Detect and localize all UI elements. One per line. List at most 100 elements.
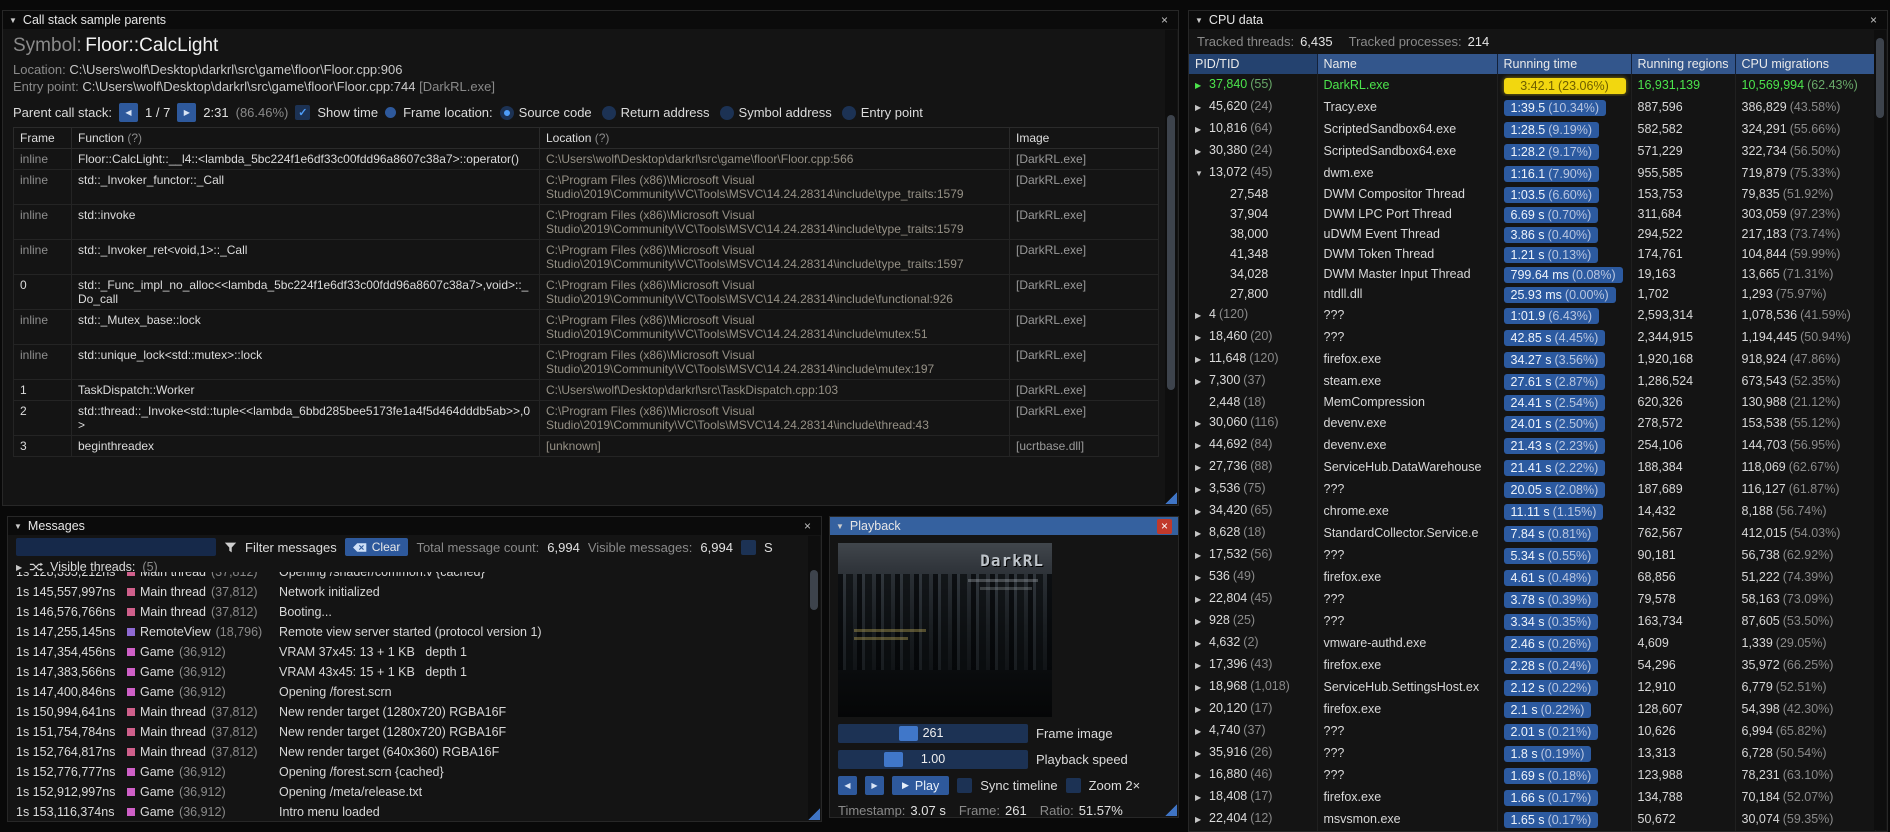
cpu-process-row[interactable]: ▶ 4,632 (2) vmware-authd.exe 2.46 s (0.26%)… bbox=[1189, 632, 1876, 654]
cpu-process-row[interactable]: ▶ 4 (120) ??? 1:01.9 (6.43%) 2,593,314 1,07… bbox=[1189, 304, 1876, 326]
expand-icon[interactable]: ▶ bbox=[1195, 546, 1209, 566]
expand-icon[interactable]: ▶ bbox=[1195, 436, 1209, 456]
cpu-process-row[interactable]: ▶ 37,840 (55) DarkRL.exe 3:42.1 (23.06%) 16… bbox=[1189, 74, 1876, 96]
column-running-time[interactable]: Running time bbox=[1497, 54, 1632, 74]
frame-function[interactable]: TaskDispatch::Worker bbox=[71, 379, 540, 401]
close-icon[interactable]: × bbox=[1866, 13, 1881, 28]
callstack-frame-row[interactable]: 3 beginthreadex [unknown] [ucrtbase.dll] bbox=[13, 435, 1159, 457]
message-row[interactable]: 1s 152,776,777ns Game (36,912) Opening /… bbox=[9, 762, 808, 782]
expand-icon[interactable]: ▶ bbox=[1195, 810, 1209, 830]
column-name[interactable]: Name bbox=[1317, 54, 1498, 74]
frame-function[interactable]: std::_Invoker_ret<void,1>::_Call bbox=[71, 239, 540, 275]
close-icon[interactable]: × bbox=[1157, 13, 1172, 28]
callstack-titlebar[interactable]: ▼ Call stack sample parents × bbox=[3, 11, 1178, 29]
cpu-process-row[interactable]: ▶ 45,620 (24) Tracy.exe 1:39.5 (10.34%) 887… bbox=[1189, 96, 1876, 118]
cpu-process-row[interactable]: 34,028 DWM Master Input Thread 799.64 ms… bbox=[1189, 264, 1876, 284]
prev-frame-button[interactable]: ◀ bbox=[838, 776, 857, 795]
callstack-frame-row[interactable]: inline std::_Mutex_base::lock C:\Program… bbox=[13, 309, 1159, 345]
expand-icon[interactable]: ▶ bbox=[1195, 120, 1209, 140]
frame-function[interactable]: std::thread::_Invoke<std::tuple<<lambda_… bbox=[71, 400, 540, 436]
cpu-process-row[interactable]: ▶ 8,628 (18) StandardCollector.Service.e 7… bbox=[1189, 522, 1876, 544]
cpu-process-row[interactable]: 27,548 DWM Compositor Thread 1:03.5 (6.60… bbox=[1189, 184, 1876, 204]
scrollbar-thumb[interactable] bbox=[1876, 38, 1884, 118]
scrollbar-thumb[interactable] bbox=[810, 570, 818, 610]
messages-titlebar[interactable]: ▼ Messages × bbox=[8, 517, 821, 535]
cpu-titlebar[interactable]: ▼ CPU data × bbox=[1189, 11, 1887, 29]
frame-function[interactable]: std::unique_lock<std::mutex>::lock bbox=[71, 344, 540, 380]
callstack-frame-row[interactable]: inline Floor::CalcLight::__l4::<lambda_5… bbox=[13, 148, 1159, 170]
cpu-process-row[interactable]: ▶ 18,408 (17) firefox.exe 1.66 s (0.17%) 13… bbox=[1189, 786, 1876, 808]
clear-button[interactable]: Clear bbox=[344, 538, 409, 556]
prev-callstack-button[interactable]: ◀ bbox=[119, 103, 138, 122]
expand-icon[interactable]: ▶ bbox=[1195, 634, 1209, 654]
expand-icon[interactable]: ▶ bbox=[1195, 350, 1209, 370]
close-icon[interactable]: × bbox=[1157, 518, 1172, 534]
expand-icon[interactable]: ▶ bbox=[1195, 766, 1209, 786]
cpu-process-row[interactable]: ▶ 10,816 (64) ScriptedSandbox64.exe 1:28.5… bbox=[1189, 118, 1876, 140]
cpu-process-row[interactable]: ▶ 34,420 (65) chrome.exe 11.11 s (1.15%) 14… bbox=[1189, 500, 1876, 522]
frame-function[interactable]: std::invoke bbox=[71, 204, 540, 240]
message-row[interactable]: 1s 152,764,817ns Main thread (37,812) Ne… bbox=[9, 742, 808, 762]
message-row[interactable]: 1s 147,400,846ns Game (36,912) Opening /… bbox=[9, 682, 808, 702]
callstack-frame-row[interactable]: inline std::_Invoker_ret<void,1>::_Call … bbox=[13, 239, 1159, 275]
cpu-process-row[interactable]: ▶ 30,060 (116) devenv.exe 24.01 s (2.50%) 2… bbox=[1189, 412, 1876, 434]
expand-icon[interactable]: ▶ bbox=[1195, 502, 1209, 522]
expand-icon[interactable]: ▶ bbox=[1195, 142, 1209, 162]
playback-speed-slider[interactable]: 1.00 bbox=[838, 750, 1028, 769]
cpu-process-row[interactable]: ▼ 13,072 (45) dwm.exe 1:16.1 (7.90%) 955,58… bbox=[1189, 162, 1876, 184]
column-cpu-migrations[interactable]: CPU migrations bbox=[1735, 54, 1876, 74]
callstack-frame-row[interactable]: inline std::invoke C:\Program Files (x86… bbox=[13, 204, 1159, 240]
cpu-process-row[interactable]: ▶ 536 (49) firefox.exe 4.61 s (0.48%) 68,85… bbox=[1189, 566, 1876, 588]
frame-function[interactable]: std::_Invoker_functor::_Call bbox=[71, 169, 540, 205]
cpu-process-row[interactable]: ▶ 17,396 (43) firefox.exe 2.28 s (0.24%) 54… bbox=[1189, 654, 1876, 676]
message-row[interactable]: 1s 152,912,997ns Game (36,912) Opening /… bbox=[9, 782, 808, 802]
zoom-checkbox[interactable] bbox=[1065, 778, 1081, 793]
resize-grip[interactable] bbox=[1164, 491, 1177, 504]
resize-grip[interactable] bbox=[1164, 803, 1177, 816]
callstack-frame-row[interactable]: 1 TaskDispatch::Worker C:\Users\wolf\Des… bbox=[13, 379, 1159, 401]
cpu-process-row[interactable]: ▶ 30,380 (24) ScriptedSandbox64.exe 1:28.2… bbox=[1189, 140, 1876, 162]
resize-grip[interactable] bbox=[807, 807, 820, 820]
scrollbar-thumb[interactable] bbox=[1167, 115, 1175, 391]
collapse-icon[interactable]: ▼ bbox=[1195, 16, 1203, 25]
collapse-icon[interactable]: ▼ bbox=[9, 16, 17, 25]
message-row[interactable]: 1s 151,754,784ns Main thread (37,812) Ne… bbox=[9, 722, 808, 742]
expand-icon[interactable]: ▶ bbox=[1195, 480, 1209, 500]
message-row[interactable]: 1s 145,557,997ns Main thread (37,812) Ne… bbox=[9, 582, 808, 602]
expand-icon[interactable]: ▶ bbox=[1195, 590, 1209, 610]
expand-icon[interactable]: ▶ bbox=[1195, 568, 1209, 588]
expand-icon[interactable]: ▶ bbox=[1195, 76, 1209, 96]
expand-icon[interactable]: ▶ bbox=[1195, 372, 1209, 392]
scrollbar[interactable] bbox=[1165, 30, 1177, 504]
expand-icon[interactable]: ▶ bbox=[1195, 306, 1209, 326]
show-time-checkbox[interactable]: ✓ bbox=[295, 105, 311, 120]
message-filter-input[interactable] bbox=[16, 538, 216, 556]
scrollbar[interactable] bbox=[808, 536, 820, 820]
frame-function[interactable]: std::_Mutex_base::lock bbox=[71, 309, 540, 345]
cpu-process-row[interactable]: ▶ 16,880 (46) ??? 1.69 s (0.18%) 123,988 78… bbox=[1189, 764, 1876, 786]
sync-timeline-checkbox[interactable] bbox=[957, 778, 973, 793]
expand-icon[interactable]: ▶ bbox=[1195, 612, 1209, 632]
cpu-process-row[interactable]: 2,448 (18) MemCompression 24.41 s (2.54%) … bbox=[1189, 392, 1876, 412]
frame-function[interactable]: Floor::CalcLight::__l4::<lambda_5bc224f1… bbox=[71, 148, 540, 170]
expand-icon[interactable]: ▶ bbox=[1195, 524, 1209, 544]
scrollbar[interactable] bbox=[1874, 30, 1886, 830]
expand-icon[interactable]: ▶ bbox=[1195, 458, 1209, 478]
cpu-process-row[interactable]: 27,800 ntdll.dll 25.93 ms (0.00%) 1,702 1… bbox=[1189, 284, 1876, 304]
frame-location-radio[interactable]: Source code bbox=[499, 105, 592, 120]
cpu-process-row[interactable]: ▶ 22,804 (45) ??? 3.78 s (0.39%) 79,578 58,… bbox=[1189, 588, 1876, 610]
cpu-process-row[interactable]: ▶ 20,120 (17) firefox.exe 2.1 s (0.22%) 128… bbox=[1189, 698, 1876, 720]
cpu-process-row[interactable]: ▶ 3,536 (75) ??? 20.05 s (2.08%) 187,689 11… bbox=[1189, 478, 1876, 500]
message-row[interactable]: 1s 147,354,456ns Game (36,912) VRAM 37x4… bbox=[9, 642, 808, 662]
cpu-process-row[interactable]: ▶ 928 (25) ??? 3.34 s (0.35%) 163,734 87,60… bbox=[1189, 610, 1876, 632]
next-callstack-button[interactable]: ▶ bbox=[177, 103, 197, 122]
expand-icon[interactable]: ▶ bbox=[1195, 744, 1209, 764]
callstack-frame-row[interactable]: inline std::_Invoker_functor::_Call C:\P… bbox=[13, 169, 1159, 205]
collapse-icon[interactable]: ▼ bbox=[14, 522, 22, 531]
message-row[interactable]: 1s 153,116,374ns Game (36,912) Intro men… bbox=[9, 802, 808, 820]
next-frame-button[interactable]: ▶ bbox=[865, 776, 884, 795]
cpu-process-row[interactable]: 37,904 DWM LPC Port Thread 6.69 s (0.70%)… bbox=[1189, 204, 1876, 224]
expand-icon[interactable]: ▼ bbox=[1195, 164, 1209, 184]
expand-icon[interactable]: ▶ bbox=[16, 563, 22, 572]
message-row[interactable]: 1s 147,383,566ns Game (36,912) VRAM 43x4… bbox=[9, 662, 808, 682]
